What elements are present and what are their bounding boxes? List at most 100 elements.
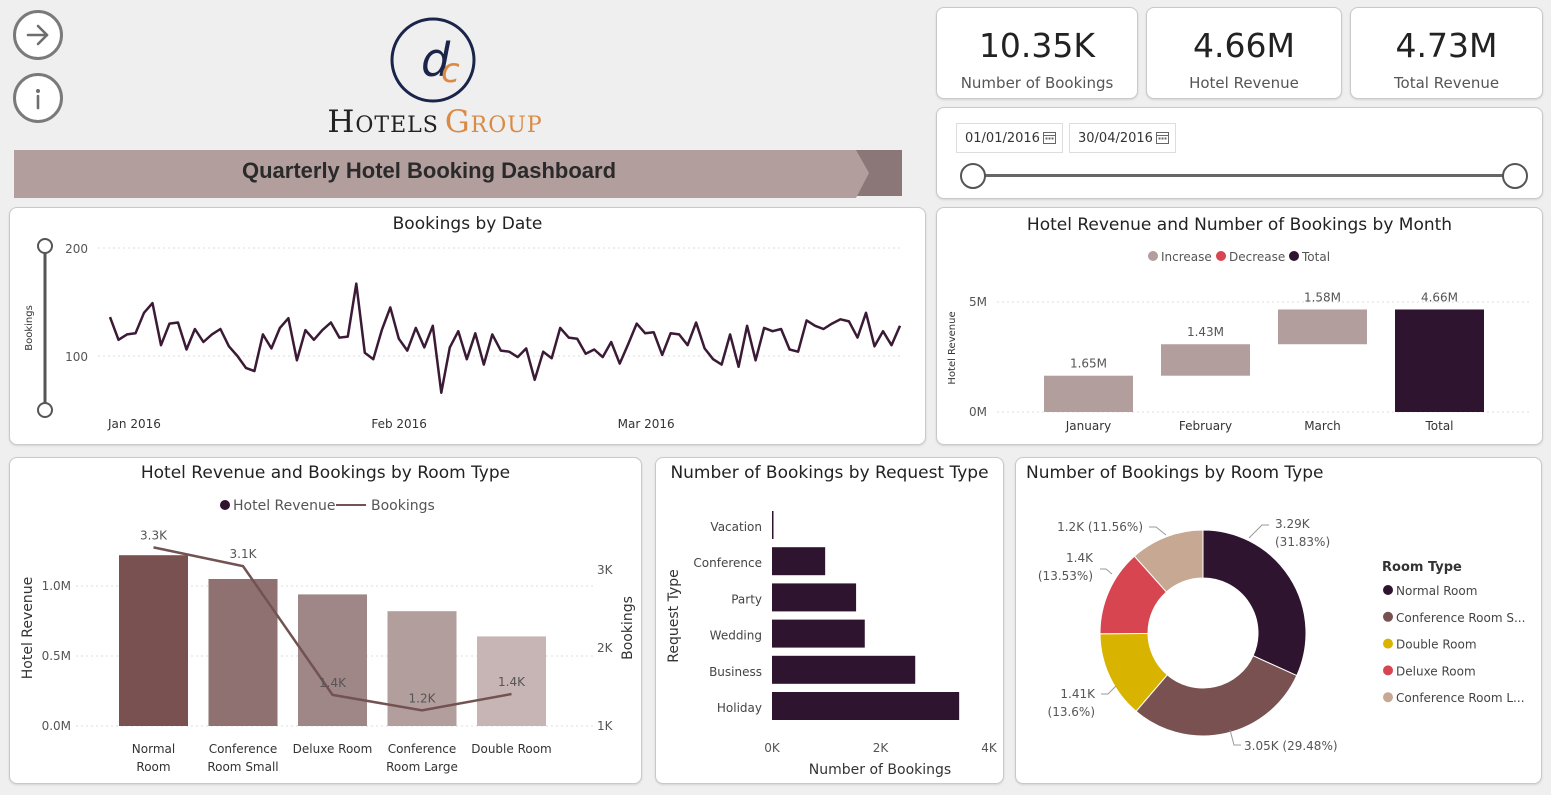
waterfall-chart: Increase Decrease Total Hotel Revenue 5M… (947, 250, 1532, 433)
date-slider-start-handle[interactable] (960, 163, 986, 189)
slice-label: 3.05K (29.48%) (1244, 739, 1338, 753)
info-button[interactable] (13, 73, 63, 123)
y-axis-label: Request Type (666, 569, 682, 662)
waterfall-bar (1161, 344, 1250, 376)
y-axis-label: Hotel Revenue (947, 311, 958, 384)
x-tick-label: Feb 2016 (371, 417, 427, 431)
donut-slice (1202, 529, 1307, 677)
data-label: 1.58M (1304, 290, 1341, 304)
legend-marker-increase (1148, 251, 1158, 261)
kpi-value: 4.66M (1193, 26, 1295, 65)
legend: Increase Decrease Total (1148, 250, 1330, 264)
request-type-bar (772, 692, 960, 720)
slice-label: 1.41K (1060, 687, 1096, 701)
kpi-value: 4.73M (1395, 26, 1498, 65)
y2-tick-label: 1K (597, 719, 614, 733)
combo-chart: Hotel Revenue Bookings Hotel Revenue Boo… (20, 498, 636, 774)
x-tick-label: Room Small (207, 760, 278, 774)
legend-label: Normal Room (1396, 584, 1477, 598)
y-zoom-handle-top[interactable] (37, 238, 53, 254)
end-date-value: 30/04/2016 (1078, 131, 1153, 146)
legend-marker-decrease (1216, 251, 1226, 261)
line-data-label: 1.4K (498, 675, 526, 689)
kpi-value: 10.35K (978, 26, 1096, 65)
x-tick-label: Double Room (471, 742, 552, 756)
y-tick-label: Wedding (710, 629, 762, 643)
revenue-by-room-type-card: Hotel Revenue and Bookings by Room Type … (9, 457, 642, 784)
line-data-label: 1.2K (409, 691, 437, 705)
brand-word-hotels: Hotels (327, 104, 439, 140)
request-type-bar (772, 619, 865, 648)
y-tick-label: Conference (693, 556, 762, 570)
legend-marker (1383, 611, 1393, 622)
revenue-bar (387, 611, 457, 726)
legend-label: Decrease (1229, 250, 1285, 264)
legend-label: Increase (1161, 250, 1212, 264)
x-tick-label: Normal (132, 742, 175, 756)
data-label: 1.43M (1187, 325, 1224, 339)
title-banner: Quarterly Hotel Booking Dashboard (14, 148, 904, 200)
legend-label: Conference Room L... (1396, 691, 1525, 705)
dashboard-title: Quarterly Hotel Booking Dashboard (241, 158, 617, 183)
x-tick-label: 2K (873, 741, 890, 755)
request-type-bar (772, 511, 774, 539)
x-tick-label: Room (136, 760, 170, 774)
date-range-slicer: 01/01/2016 30/04/2016 (936, 107, 1543, 199)
kpi-card-hotel-revenue: 4.66M Hotel Revenue (1146, 7, 1342, 99)
x-axis-label: Number of Bookings (809, 762, 951, 778)
leader-line (1100, 568, 1113, 575)
bookings-by-room-type-card: Number of Bookings by Room Type 3.29K (31… (1015, 457, 1542, 784)
x-tick-label: Jan 2016 (107, 417, 161, 431)
legend-marker-revenue (220, 500, 230, 510)
revenue-bar (119, 555, 188, 726)
y-axis-label: Bookings (24, 305, 35, 351)
y-tick-label: Vacation (710, 520, 762, 534)
end-date-input[interactable]: 30/04/2016 (1069, 123, 1176, 153)
x-tick-label: February (1179, 419, 1232, 433)
legend-marker (1383, 585, 1393, 595)
y-tick-label: 0M (969, 405, 987, 419)
x-tick-label: Conference (388, 742, 457, 756)
x-tick-label: Total (1424, 419, 1453, 433)
y-tick-label: Business (709, 665, 762, 679)
legend-marker (1383, 638, 1393, 649)
y-zoom-handle-bottom[interactable] (37, 402, 53, 418)
line-data-label: 3.1K (230, 547, 258, 561)
kpi-card-total-revenue: 4.73M Total Revenue (1350, 7, 1543, 99)
x-tick-label: Conference (209, 742, 278, 756)
legend-label: Bookings (371, 498, 435, 514)
x-tick-label: Deluxe Room (293, 742, 373, 756)
start-date-value: 01/01/2016 (965, 131, 1040, 146)
info-icon (36, 89, 40, 110)
line-data-label: 3.3K (140, 528, 168, 542)
start-date-input[interactable]: 01/01/2016 (956, 123, 1063, 153)
y-tick-label: 1.0M (42, 579, 71, 593)
slice-label: (13.6%) (1048, 705, 1095, 719)
svg-text:c: c (441, 51, 460, 91)
x-tick-label: January (1065, 419, 1112, 433)
waterfall-bar (1278, 309, 1367, 345)
kpi-label: Hotel Revenue (1189, 74, 1299, 92)
leader-line (1149, 526, 1167, 536)
kpi-card-bookings: 10.35K Number of Bookings (936, 7, 1138, 99)
calendar-icon (1043, 132, 1056, 144)
date-slider-end-handle[interactable] (1502, 163, 1528, 189)
legend-title: Room Type (1382, 560, 1462, 575)
leader-line (1248, 524, 1269, 539)
y-tick-label: 100 (65, 350, 88, 364)
data-label: 1.65M (1070, 357, 1107, 371)
date-slider-track[interactable] (973, 174, 1515, 177)
data-label: 4.66M (1421, 290, 1458, 304)
waterfall-bar (1395, 309, 1484, 412)
legend: Hotel Revenue Bookings (220, 498, 435, 514)
brand-name: Hotels Group (300, 104, 570, 140)
bookings-series-line (108, 282, 902, 394)
bookings-by-date-card: Bookings by Date Bookings 200 100 Jan 20… (9, 207, 926, 445)
legend-label: Conference Room S... (1396, 611, 1525, 625)
next-page-button[interactable] (13, 10, 63, 60)
calendar-icon (1156, 132, 1169, 144)
room-type-donut-chart: 3.29K (31.83%) 3.05K (29.48%) 1.41K (13.6%) 1… (1038, 517, 1526, 753)
slice-label: (31.83%) (1275, 535, 1330, 549)
bookings-line-chart: Bookings 200 100 Jan 2016 Feb 2016 Mar 201… (24, 238, 902, 431)
bookings-by-request-type-card: Number of Bookings by Request Type Reque… (655, 457, 1004, 784)
